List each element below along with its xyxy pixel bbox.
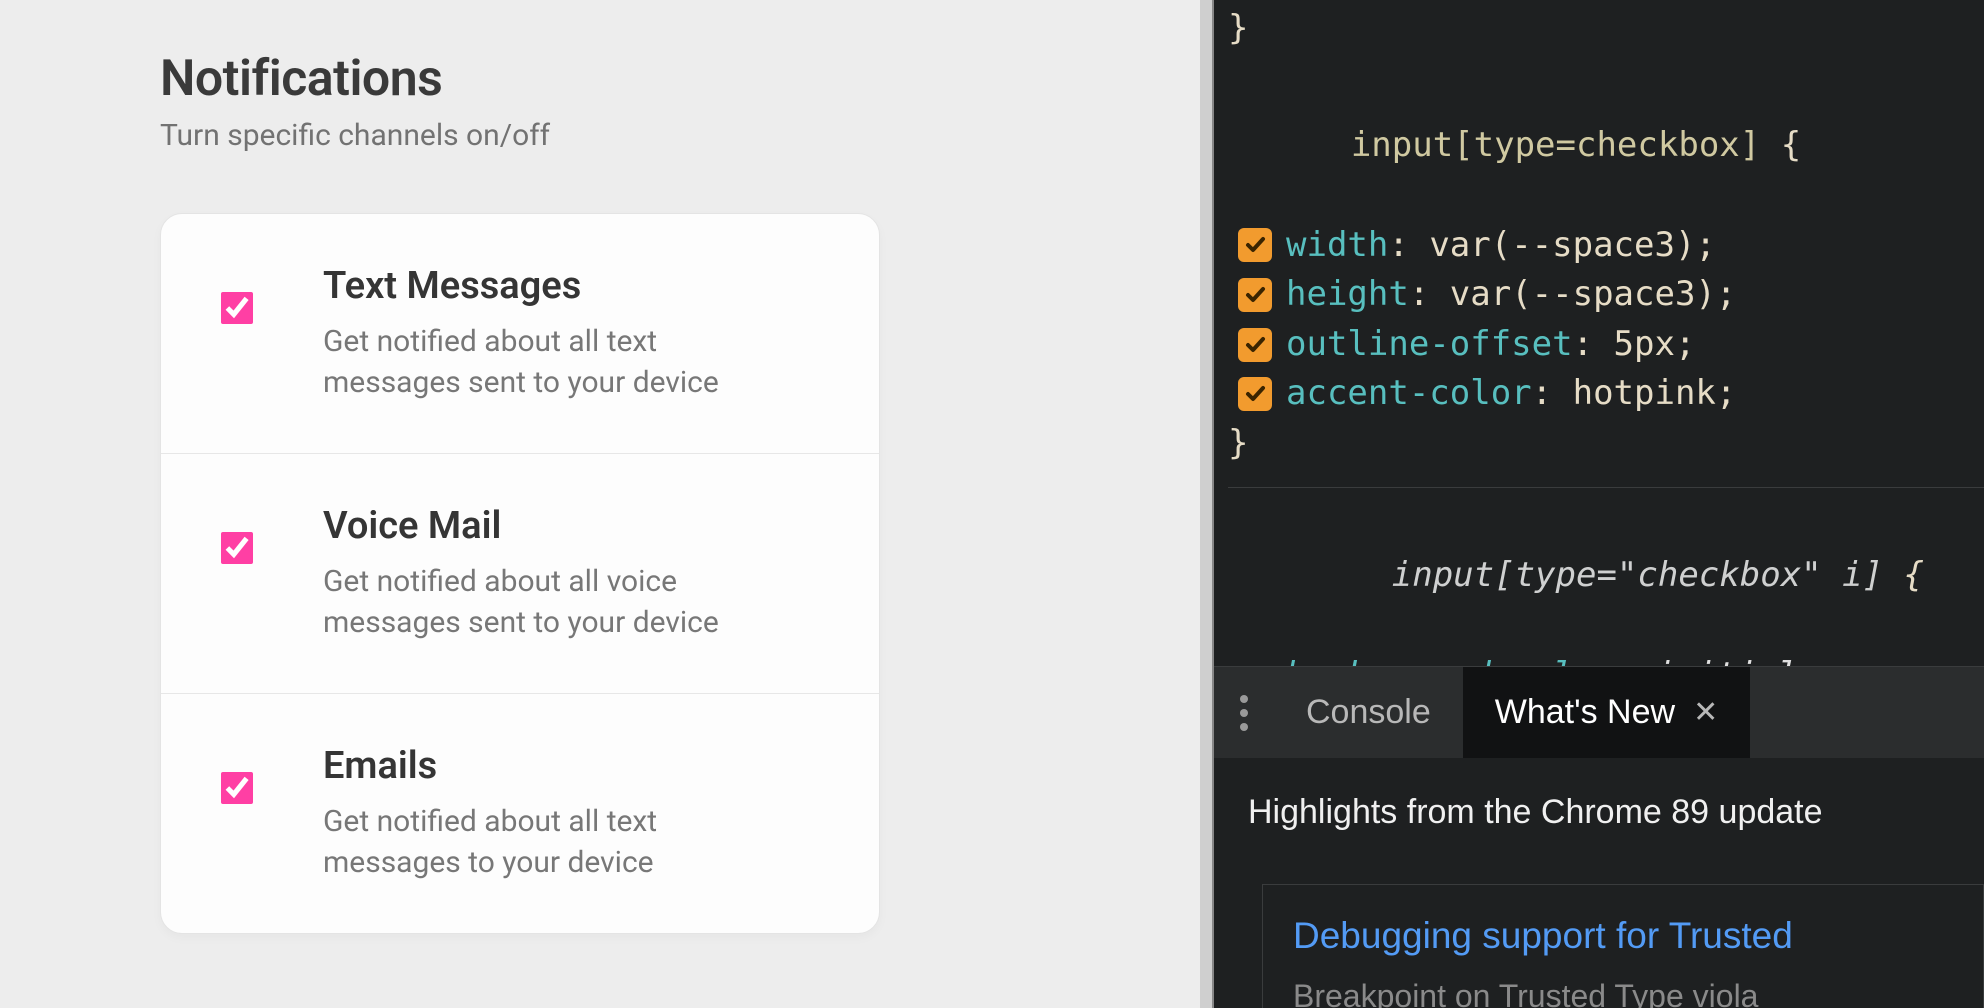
drawer-tabs: Console What's New ✕ <box>1214 666 1984 758</box>
notification-title: Voice Mail <box>323 504 753 548</box>
notification-desc: Get notified about all text messages sen… <box>323 322 753 403</box>
declaration-toggle-icon[interactable] <box>1238 228 1272 262</box>
close-icon[interactable]: ✕ <box>1693 691 1718 735</box>
declaration-toggle-icon[interactable] <box>1238 278 1272 312</box>
notification-row-voice-mail: Voice Mail Get notified about all voice … <box>161 454 879 694</box>
css-declaration[interactable]: width: var(--space3); <box>1228 221 1984 271</box>
css-declaration[interactable]: accent-color: hotpink; <box>1228 369 1984 419</box>
page-title: Notifications <box>160 50 1200 108</box>
notification-desc: Get notified about all text messages to … <box>323 802 753 883</box>
closing-brace: } <box>1228 8 1248 48</box>
notification-row-emails: Emails Get notified about all text messa… <box>161 694 879 933</box>
devtools-panel: } input[type=checkbox] { width: var(--sp… <box>1214 0 1984 1008</box>
page-subtitle: Turn specific channels on/off <box>160 118 1200 153</box>
panel-splitter[interactable] <box>1200 0 1214 1008</box>
css-declaration[interactable]: height: var(--space3); <box>1228 270 1984 320</box>
preview-pane: Notifications Turn specific channels on/… <box>0 0 1200 1008</box>
notification-row-text-messages: Text Messages Get notified about all tex… <box>161 214 879 454</box>
user-agent-rule: input[type="checkbox" i] { background-co… <box>1228 487 1984 666</box>
notifications-card: Text Messages Get notified about all tex… <box>160 213 880 934</box>
css-selector[interactable]: input[type=checkbox] <box>1351 125 1760 165</box>
declaration-toggle-icon[interactable] <box>1238 328 1272 362</box>
notification-title: Emails <box>323 744 753 788</box>
notification-title: Text Messages <box>323 264 753 308</box>
styles-pane[interactable]: } input[type=checkbox] { width: var(--sp… <box>1214 0 1984 666</box>
whats-new-headline: Highlights from the Chrome 89 update <box>1248 788 1984 838</box>
whats-new-item[interactable]: Debugging support for Trusted Breakpoint… <box>1262 884 1984 1008</box>
checkbox-voice-mail[interactable] <box>221 532 253 564</box>
promo-subtitle: Breakpoint on Trusted Type viola <box>1293 973 1953 1008</box>
tab-whats-new[interactable]: What's New ✕ <box>1463 667 1750 758</box>
css-selector[interactable]: input[type="checkbox" i] <box>1392 555 1883 595</box>
notification-desc: Get notified about all voice messages se… <box>323 562 753 643</box>
kebab-menu-icon[interactable] <box>1214 695 1274 731</box>
css-declaration[interactable]: outline-offset: 5px; <box>1228 320 1984 370</box>
checkbox-emails[interactable] <box>221 772 253 804</box>
checkbox-text-messages[interactable] <box>221 292 253 324</box>
tab-console[interactable]: Console <box>1274 667 1463 758</box>
promo-title: Debugging support for Trusted <box>1293 909 1953 963</box>
drawer-body: Highlights from the Chrome 89 update Deb… <box>1214 758 1984 1008</box>
declaration-toggle-icon[interactable] <box>1238 377 1272 411</box>
